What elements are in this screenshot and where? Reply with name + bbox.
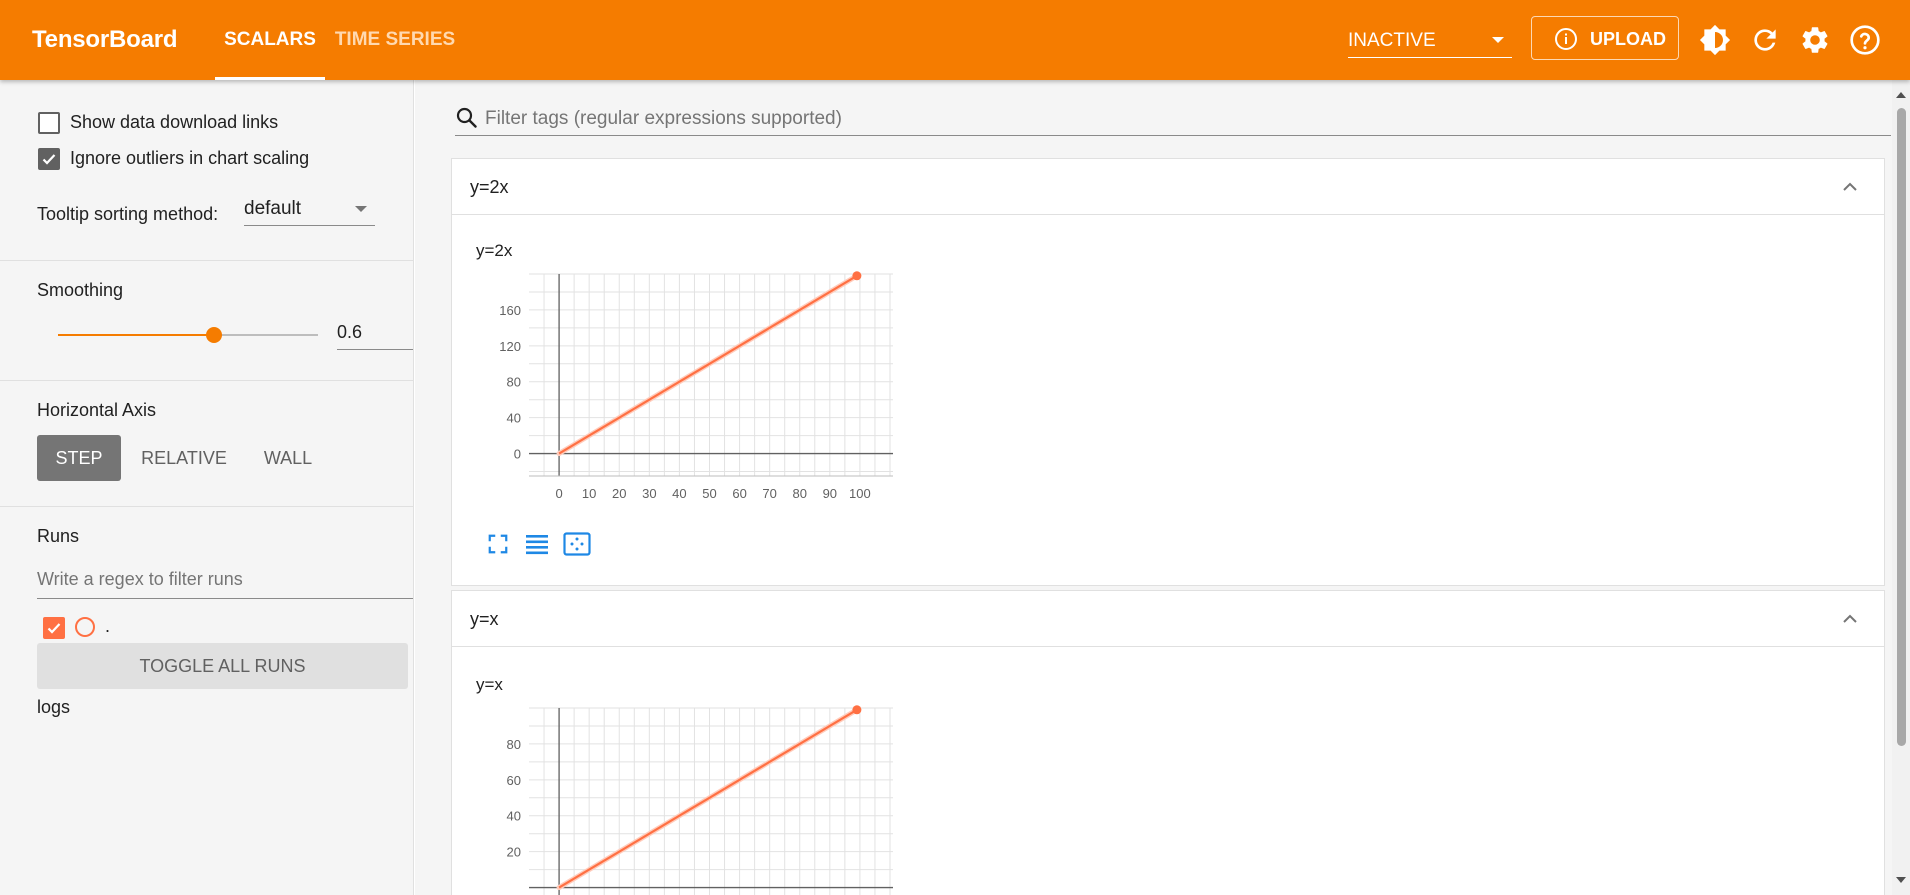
scroll-down-arrow-icon[interactable] (1896, 877, 1906, 883)
smoothing-slider[interactable] (58, 327, 318, 343)
x-tick-label: 80 (793, 486, 807, 501)
runs-label: Runs (37, 526, 80, 546)
upload-label: UPLOAD (1590, 29, 1666, 49)
x-tick-label: 30 (642, 486, 656, 501)
line-chart-y2x[interactable]: 0 40 80 120 160 0 10 20 30 40 50 60 70 80 90 100 (475, 268, 905, 528)
refresh-icon[interactable] (1749, 24, 1781, 56)
ignore-outliers-label: Ignore outliers in chart scaling (70, 148, 310, 168)
y-tick-label: 40 (507, 809, 521, 824)
y-tick-label: 40 (507, 411, 521, 426)
tag-filter-placeholder: Filter tags (regular expressions support… (485, 108, 842, 129)
last-point-marker (852, 705, 862, 715)
smoothing-slider-fill (58, 334, 214, 336)
upload-button[interactable]: UPLOAD (1531, 16, 1679, 60)
x-tick-label: 60 (732, 486, 746, 501)
chevron-down-icon (1492, 37, 1504, 43)
theme-icon[interactable] (1699, 24, 1731, 56)
divider (0, 506, 414, 507)
tooltip-sorting-value: default (244, 198, 302, 219)
x-tick-label: 40 (672, 486, 686, 501)
help-icon[interactable] (1849, 24, 1881, 56)
checkmark-icon (47, 623, 61, 634)
toggle-log-scale-icon[interactable] (525, 533, 549, 560)
search-icon (456, 107, 477, 128)
horizontal-axis-label: Horizontal Axis (37, 400, 157, 420)
tag-card-header[interactable]: y=x (452, 591, 1884, 647)
show-download-links-checkbox[interactable] (38, 112, 60, 134)
fullscreen-icon[interactable] (487, 533, 509, 560)
chevron-down-icon (355, 206, 367, 212)
axis-relative-button[interactable]: RELATIVE (131, 435, 237, 481)
y-tick-label: 80 (507, 737, 521, 752)
info-icon (1554, 27, 1578, 56)
fit-domain-icon[interactable] (563, 532, 591, 561)
run-checkbox[interactable] (43, 617, 65, 639)
show-download-links-label: Show data download links (70, 112, 279, 132)
axis-step-button[interactable]: STEP (37, 435, 121, 481)
x-tick-label: 20 (612, 486, 626, 501)
checkmark-icon (42, 154, 56, 165)
tag-card-title: y=x (470, 609, 499, 629)
smoothing-label: Smoothing (37, 280, 124, 300)
divider (0, 380, 414, 381)
y-tick-label: 0 (514, 447, 521, 462)
page-scrollbar[interactable] (1892, 80, 1910, 895)
tab-time-series[interactable]: TIME SERIES (333, 0, 457, 80)
smoothing-slider-thumb[interactable] (206, 327, 222, 343)
tooltip-sorting-select[interactable]: default (244, 194, 375, 226)
line-chart-yx[interactable]: 20 40 60 80 (475, 702, 905, 895)
plugin-selector-value: INACTIVE (1348, 30, 1436, 51)
chart-title: y=x (476, 675, 503, 694)
x-tick-label: 90 (823, 486, 837, 501)
y-tick-label: 160 (499, 303, 521, 318)
scrollbar-thumb[interactable] (1897, 108, 1906, 746)
settings-icon[interactable] (1799, 24, 1831, 56)
toggle-all-runs-button[interactable]: TOGGLE ALL RUNS (37, 643, 408, 689)
chevron-up-icon[interactable] (1840, 609, 1860, 634)
x-tick-label: 10 (582, 486, 596, 501)
tab-scalars[interactable]: SCALARS (215, 0, 325, 80)
plugin-selector[interactable]: INACTIVE (1348, 22, 1512, 58)
tag-card-title: y=2x (470, 177, 509, 197)
run-filter-input[interactable]: Write a regex to filter runs (37, 563, 413, 599)
x-tick-label: 0 (555, 486, 562, 501)
run-color-swatch[interactable] (75, 617, 95, 637)
x-tick-label: 100 (849, 486, 871, 501)
logdir-label: logs (37, 697, 71, 717)
app-title: TensorBoard (32, 26, 178, 53)
smoothing-value-input[interactable]: 0.6 (337, 316, 413, 350)
run-name: . (105, 616, 111, 636)
x-tick-label: 50 (702, 486, 716, 501)
tag-card-header[interactable]: y=2x (452, 159, 1884, 215)
y-tick-label: 80 (507, 375, 521, 390)
y-tick-label: 60 (507, 773, 521, 788)
last-point-marker (852, 271, 862, 281)
axis-wall-button[interactable]: WALL (247, 435, 329, 481)
scroll-up-arrow-icon[interactable] (1896, 92, 1906, 98)
chevron-up-icon[interactable] (1840, 177, 1860, 202)
divider (0, 260, 414, 261)
tag-filter-input[interactable]: Filter tags (regular expressions support… (455, 102, 1891, 136)
y-tick-label: 20 (507, 845, 521, 860)
ignore-outliers-checkbox[interactable] (38, 148, 60, 170)
y-tick-label: 120 (499, 339, 521, 354)
top-app-bar: TensorBoard SCALARS TIME SERIES INACTIVE… (0, 0, 1910, 80)
x-tick-label: 70 (762, 486, 776, 501)
chart-title: y=2x (476, 241, 513, 260)
tooltip-sorting-label: Tooltip sorting method: (37, 204, 219, 224)
sidebar: Show data download links Ignore outliers… (0, 80, 414, 895)
